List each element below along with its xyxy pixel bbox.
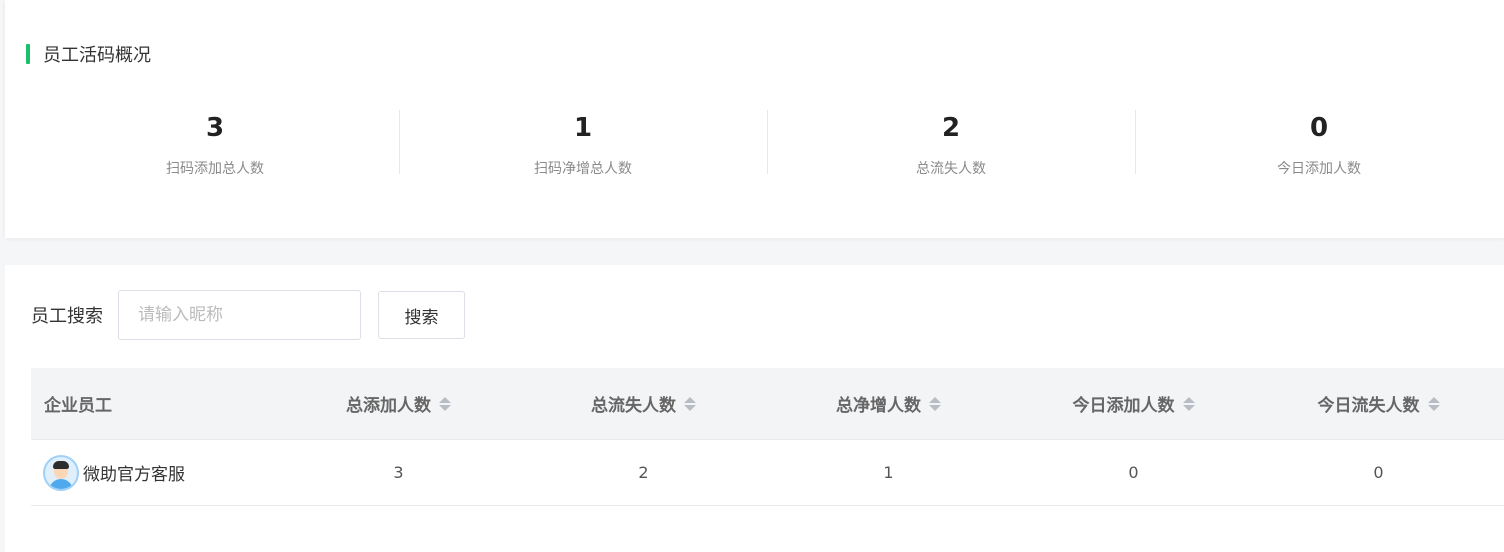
- cell-total-lost: 2: [638, 463, 649, 482]
- avatar: [43, 454, 79, 491]
- column-header-label: 总净增人数: [836, 396, 921, 416]
- stat-value: 2: [941, 113, 961, 143]
- stat-value: 3: [205, 113, 225, 143]
- column-header-total-added[interactable]: 总添加人数: [276, 368, 521, 439]
- cell-today-lost: 0: [1373, 463, 1384, 482]
- sort-icon[interactable]: [1182, 396, 1195, 411]
- stat-label: 扫码添加总人数: [166, 161, 264, 177]
- sort-icon[interactable]: [684, 396, 696, 411]
- stat-scan-net-total: 1 扫码净增总人数: [399, 104, 767, 184]
- title-accent-bar: [26, 44, 30, 64]
- cell-today-added: 0: [1128, 463, 1139, 482]
- sort-icon[interactable]: [929, 396, 941, 411]
- stats-row: 3 扫码添加总人数 1 扫码净增总人数 2 总流失人数 0 今日添加人数: [31, 104, 1503, 184]
- table-row: 微助官方客服 3 2 1 0 0: [31, 440, 1504, 506]
- stat-total-lost: 2 总流失人数: [767, 104, 1135, 184]
- overview-title: 员工活码概况: [43, 45, 151, 66]
- employee-cell: 微助官方客服: [31, 440, 276, 505]
- employee-table: 企业员工 总添加人数 总流失人数 总净增人数 今日添加人数 今日流失人数 微助官…: [31, 368, 1504, 506]
- stat-label: 今日添加人数: [1277, 161, 1361, 177]
- search-row: 员工搜索 搜索: [31, 290, 465, 340]
- column-header-label: 企业员工: [44, 396, 112, 416]
- column-header-label: 今日添加人数: [1072, 396, 1175, 416]
- column-header-label: 今日流失人数: [1317, 396, 1420, 416]
- cell-net-growth: 1: [883, 463, 894, 482]
- cell-total-added: 3: [393, 463, 404, 482]
- sort-icon[interactable]: [439, 396, 451, 411]
- stat-value: 0: [1309, 113, 1329, 143]
- stat-scan-added-total: 3 扫码添加总人数: [31, 104, 399, 184]
- nickname-search-input[interactable]: [118, 290, 361, 340]
- column-header-total-lost[interactable]: 总流失人数: [521, 368, 766, 439]
- stat-value: 1: [573, 113, 593, 143]
- search-button[interactable]: 搜索: [378, 291, 465, 339]
- column-header-label: 总添加人数: [346, 396, 431, 416]
- column-header-employee: 企业员工: [31, 368, 276, 439]
- column-header-today-added[interactable]: 今日添加人数: [1011, 368, 1256, 439]
- column-header-today-lost[interactable]: 今日流失人数: [1256, 368, 1501, 439]
- search-label: 员工搜索: [31, 306, 103, 327]
- column-header-net-growth[interactable]: 总净增人数: [766, 368, 1011, 439]
- column-header-label: 总流失人数: [591, 396, 676, 416]
- section-title: 员工活码概况: [26, 42, 151, 66]
- stat-label: 总流失人数: [916, 161, 986, 177]
- sort-icon[interactable]: [1427, 396, 1440, 411]
- stat-label: 扫码净增总人数: [534, 161, 632, 177]
- employee-name: 微助官方客服: [83, 465, 185, 485]
- stat-today-added: 0 今日添加人数: [1135, 104, 1503, 184]
- table-header: 企业员工 总添加人数 总流失人数 总净增人数 今日添加人数 今日流失人数: [31, 368, 1504, 440]
